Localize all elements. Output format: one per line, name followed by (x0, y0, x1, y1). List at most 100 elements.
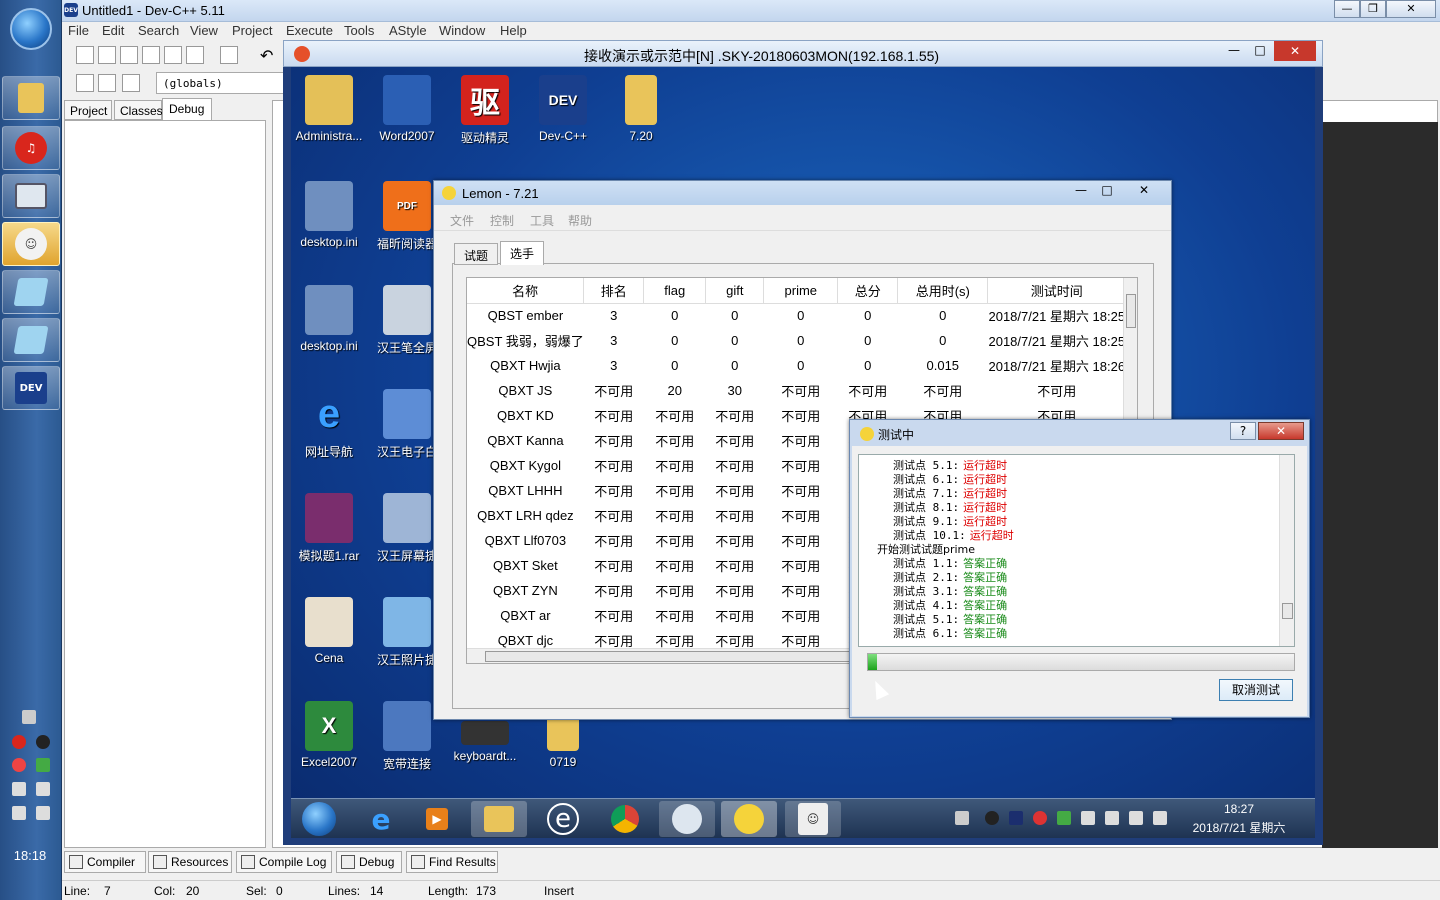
remote-taskbar-explorer[interactable] (471, 801, 527, 837)
desktop-icon-devcpp[interactable]: DEV Dev-C++ (525, 75, 601, 143)
refresh-tray-icon[interactable] (12, 758, 26, 772)
close-file-icon[interactable] (164, 46, 182, 64)
tab-compiler[interactable]: Compiler (64, 851, 146, 873)
desktop-icon-rar[interactable]: 模拟题1.rar (291, 493, 367, 564)
menu-execute[interactable]: Execute (286, 23, 333, 38)
keyboard-icon[interactable] (22, 710, 36, 724)
network-tray-icon[interactable] (12, 782, 26, 796)
menu-view[interactable]: View (190, 23, 218, 38)
taskbar-book-button[interactable] (2, 270, 60, 314)
taskbar-devcpp-button[interactable]: DEV (2, 366, 60, 410)
desktop-icon-desktop-ini-2[interactable]: desktop.ini (291, 285, 367, 353)
table-row[interactable]: QBST 我弱，弱爆了 3 0 0 0 0 0 2018/7/21 星期六 18:25 (467, 328, 1126, 353)
close-button[interactable]: ✕ (1386, 0, 1436, 18)
remote-start-button[interactable] (291, 801, 347, 837)
column-header[interactable]: 测试时间 (987, 278, 1127, 304)
menu-project[interactable]: Project (232, 23, 272, 38)
qq-tray-icon[interactable] (36, 735, 50, 749)
taskbar-monitor-button[interactable] (2, 174, 60, 218)
desktop-icon-driver[interactable]: 驱驱动精灵 (447, 75, 523, 146)
tab-compile-log[interactable]: Compile Log (236, 851, 332, 873)
lemon-menu-control[interactable]: 控制 (490, 212, 514, 229)
remote-taskbar-chrome[interactable] (597, 801, 653, 837)
taskbar-clock[interactable]: 18:18 (0, 848, 60, 863)
desktop-icon-ie[interactable]: e 网址导航 (291, 389, 367, 460)
close-all-icon[interactable] (186, 46, 204, 64)
keyboard-tray-icon[interactable] (955, 811, 969, 825)
desktop-icon-word[interactable]: Word2007 (369, 75, 445, 143)
undo-icon[interactable]: ↶ (260, 46, 278, 65)
globals-select[interactable]: (globals) (156, 72, 284, 94)
lemon-menu-file[interactable]: 文件 (450, 212, 474, 229)
lemon-menu-tools[interactable]: 工具 (530, 212, 554, 229)
shield-tray-icon[interactable] (1057, 811, 1071, 825)
menu-help[interactable]: Help (500, 23, 527, 38)
save-icon[interactable] (120, 46, 138, 64)
display-tray-icon[interactable] (12, 806, 26, 820)
tab-classes[interactable]: Classes (114, 100, 163, 120)
menu-astyle[interactable]: AStyle (389, 23, 427, 38)
cancel-test-button[interactable]: 取消测试 (1219, 679, 1293, 701)
start-orb-icon[interactable] (10, 8, 52, 50)
usb-tray-icon[interactable] (36, 782, 50, 796)
maximize-button[interactable]: ❐ (1360, 0, 1386, 18)
usb-tray-icon[interactable] (1105, 811, 1119, 825)
remote-clock-time[interactable]: 18:27 (1189, 802, 1289, 816)
remote-taskbar-media[interactable]: ▶ (409, 801, 465, 837)
column-header[interactable]: prime (763, 278, 839, 304)
log-vscrollbar[interactable] (1279, 455, 1294, 646)
netease-tray-icon[interactable] (12, 735, 26, 749)
qq-tray-icon[interactable] (985, 811, 999, 825)
menu-edit[interactable]: Edit (102, 23, 124, 38)
remote-taskbar-lemon[interactable] (721, 801, 777, 837)
desktop-icon-720[interactable]: 7.20 (603, 75, 679, 143)
menu-window[interactable]: Window (439, 23, 485, 38)
tab-contestants[interactable]: 选手 (500, 241, 545, 265)
desktop-icon-desktop-ini[interactable]: desktop.ini (291, 181, 367, 249)
network-tray-icon[interactable] (1081, 811, 1095, 825)
table-row[interactable]: QBXT Hwjia 3 0 0 0 0 0.015 2018/7/21 星期六 18:26 (467, 353, 1126, 378)
column-header[interactable]: gift (705, 278, 765, 304)
lemon-minimize-button[interactable]: — (1068, 183, 1094, 201)
minimize-button[interactable]: — (1334, 0, 1360, 18)
save-all-icon[interactable] (142, 46, 160, 64)
column-header[interactable]: 排名 (583, 278, 645, 304)
desktop-icon-administrator[interactable]: Administra... (291, 75, 367, 143)
taskbar-folder-button[interactable] (2, 76, 60, 120)
new-file-icon[interactable] (76, 46, 94, 64)
remote-maximize-button[interactable]: □ (1250, 43, 1270, 61)
lemon-maximize-button[interactable]: □ (1094, 183, 1120, 201)
menu-tools[interactable]: Tools (344, 23, 374, 38)
remote-taskbar-app[interactable] (659, 801, 715, 837)
table-row[interactable]: QBST ember 3 0 0 0 0 0 2018/7/21 星期六 18:25 (467, 303, 1126, 328)
indent-icon[interactable] (76, 74, 94, 92)
taskbar-music-button[interactable]: ♫ (2, 126, 60, 170)
tab-resources[interactable]: Resources (148, 851, 232, 873)
taskbar-active-app-button[interactable]: ☺ (2, 222, 60, 266)
sogou-tray-icon[interactable] (1009, 811, 1023, 825)
column-header[interactable]: 总分 (837, 278, 899, 304)
tab-debug[interactable]: Debug (162, 98, 212, 120)
table-vscroll-thumb[interactable] (1126, 294, 1136, 328)
tab-project[interactable]: Project (64, 100, 112, 120)
menu-file[interactable]: File (68, 23, 89, 38)
remote-taskbar-person[interactable]: ☺ (785, 801, 841, 837)
desktop-icon-cena[interactable]: Cena (291, 597, 367, 665)
tab-find-results[interactable]: Find Results (406, 851, 498, 873)
dialog-help-button[interactable]: ? (1230, 422, 1256, 440)
remote-close-button[interactable]: ✕ (1274, 41, 1316, 61)
remote-taskbar-ie2[interactable]: e (535, 801, 591, 837)
shield-tray-icon[interactable] (36, 758, 50, 772)
dialog-close-button[interactable]: ✕ (1258, 422, 1304, 440)
log-vscroll-thumb[interactable] (1282, 603, 1293, 619)
lemon-menu-help[interactable]: 帮助 (568, 212, 592, 229)
column-header[interactable]: 总用时(s) (897, 278, 989, 304)
tab-problems[interactable]: 试题 (454, 243, 499, 265)
display-tray-icon[interactable] (1129, 811, 1143, 825)
column-header[interactable]: flag (643, 278, 707, 304)
open-file-icon[interactable] (98, 46, 116, 64)
lemon-close-button[interactable]: ✕ (1122, 183, 1166, 201)
remote-minimize-button[interactable]: — (1224, 43, 1244, 61)
table-row[interactable]: QBXT JS 不可用 20 30 不可用 不可用 不可用 不可用 (467, 378, 1126, 403)
desktop-icon-excel[interactable]: X Excel2007 (291, 701, 367, 769)
